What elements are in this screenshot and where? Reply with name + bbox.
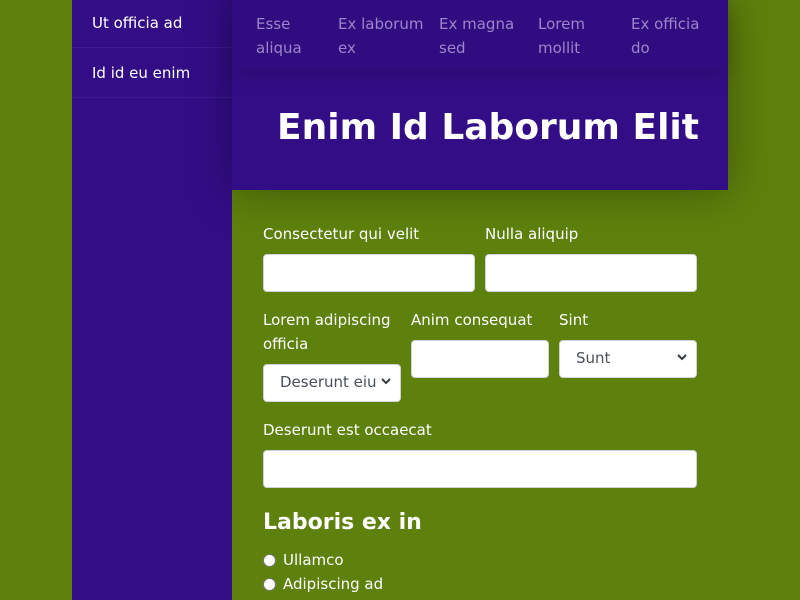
field-label-sint: Sint: [559, 311, 589, 329]
select-value: Sunt: [576, 349, 611, 367]
field-label-anim-consequat: Anim consequat: [411, 311, 533, 329]
app-root: Ut officia ad Id id eu enim Esse aliqua …: [0, 0, 800, 600]
nulla-aliquip-input[interactable]: [485, 254, 697, 292]
label-line: Lorem adipiscing: [263, 311, 391, 329]
nav-link-line: Ex magna: [439, 15, 515, 33]
chevron-down-icon: [677, 354, 687, 361]
sidebar: Ut officia ad Id id eu enim: [72, 0, 232, 600]
select-value: Deserunt eiu: [280, 373, 377, 391]
label-line: officia: [263, 335, 309, 353]
field-label-consectetur: Consectetur qui velit: [263, 225, 420, 243]
nav-link-line: do: [631, 39, 650, 57]
nav-link-esse-aliqua[interactable]: Esse aliqua: [256, 12, 302, 60]
field-label-lorem-adipiscing: Lorem adipiscing officia: [263, 308, 391, 356]
nav-link-line: ex: [338, 39, 356, 57]
nav-link-lorem-mollit[interactable]: Lorem mollit: [538, 12, 585, 60]
form-area: Consectetur qui velit Nulla aliquip Lore…: [232, 190, 728, 600]
header-panel: Esse aliqua Ex laborum ex Ex magna sed L…: [232, 0, 728, 190]
radio-label: Adipiscing ad: [283, 575, 384, 593]
nav-link-ex-magna-sed[interactable]: Ex magna sed: [439, 12, 514, 60]
page-title: Enim Id Laborum Elit: [277, 107, 699, 148]
nav-link-line: Esse: [256, 15, 291, 33]
anim-consequat-input[interactable]: [411, 340, 549, 378]
nav-link-line: Ex officia: [631, 15, 700, 33]
field-label-nulla-aliquip: Nulla aliquip: [485, 225, 579, 243]
nav-link-line: aliqua: [256, 39, 302, 57]
sidebar-item-id-id-eu-enim[interactable]: Id id eu enim: [72, 48, 232, 98]
nav-link-line: mollit: [538, 39, 581, 57]
consectetur-input[interactable]: [263, 254, 475, 292]
sidebar-item-ut-officia-ad[interactable]: Ut officia ad: [72, 0, 232, 48]
lorem-adipiscing-select[interactable]: Deserunt eiu: [263, 364, 401, 402]
radio-button[interactable]: [263, 577, 276, 591]
chevron-down-icon: [381, 378, 391, 385]
radio-option-adipiscing-ad[interactable]: Adipiscing ad: [263, 573, 383, 595]
nav-link-ex-officia-do[interactable]: Ex officia do: [631, 12, 699, 60]
section-title: Laboris ex in: [263, 510, 422, 535]
nav-link-line: sed: [439, 39, 466, 57]
nav-link-ex-laborum-ex[interactable]: Ex laborum ex: [338, 12, 423, 60]
radio-option-ullamco[interactable]: Ullamco: [263, 549, 344, 571]
radio-button[interactable]: [263, 553, 276, 567]
sint-select[interactable]: Sunt: [559, 340, 697, 378]
field-label-deserunt-est: Deserunt est occaecat: [263, 421, 432, 439]
nav-link-line: Lorem: [538, 15, 585, 33]
deserunt-est-input[interactable]: [263, 450, 697, 488]
radio-label: Ullamco: [283, 551, 344, 569]
top-navigation: Esse aliqua Ex laborum ex Ex magna sed L…: [232, 0, 728, 70]
nav-link-line: Ex laborum: [338, 15, 424, 33]
